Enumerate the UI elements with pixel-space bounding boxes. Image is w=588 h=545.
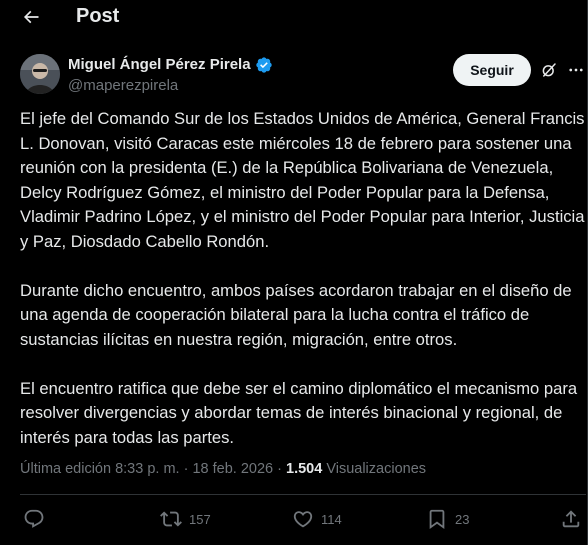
author-name-row: Miguel Ángel Pérez Pirela [68, 56, 273, 74]
author-handle[interactable]: @maperezpirela [68, 77, 178, 95]
like-button[interactable]: 114 [292, 508, 342, 530]
views-count: 1.504 [286, 461, 323, 477]
post-paragraph: El encuentro ratifica que debe ser el ca… [20, 378, 578, 447]
author-display-name[interactable]: Miguel Ángel Pérez Pirela [68, 56, 251, 74]
post-view: Post Miguel Ángel Pérez Pirela @maperezp… [0, 0, 588, 545]
more-horizontal-icon [569, 68, 583, 72]
page-title: Post [76, 5, 120, 27]
bookmark-icon [429, 509, 445, 530]
share-button[interactable] [560, 508, 582, 530]
reply-icon [24, 509, 44, 528]
back-button[interactable] [14, 2, 48, 32]
meta-separator: · [273, 461, 286, 477]
more-options-button[interactable] [566, 60, 586, 80]
post-author: Miguel Ángel Pérez Pirela @maperezpirela… [20, 54, 587, 98]
post-metadata: Última edición 8:33 p. m. · 18 feb. 2026… [20, 460, 426, 478]
like-count: 114 [321, 511, 342, 527]
bookmark-count: 23 [455, 511, 470, 527]
grok-button[interactable] [539, 60, 559, 80]
repost-count: 157 [189, 511, 211, 527]
reply-button[interactable] [23, 508, 52, 530]
verified-badge-icon [255, 57, 272, 73]
avatar[interactable] [20, 54, 60, 94]
meta-separator: · [179, 461, 193, 477]
avatar-image [20, 54, 60, 94]
post-date[interactable]: 18 feb. 2026 [192, 461, 273, 477]
post-actions: 157 114 23 [20, 506, 586, 536]
views-label: Visualizaciones [326, 461, 427, 477]
post-paragraph: El jefe del Comando Sur de los Estados U… [20, 109, 585, 251]
grok-icon [542, 63, 556, 77]
follow-button[interactable]: Seguir [453, 54, 531, 86]
post-text: El jefe del Comando Sur de los Estados U… [20, 107, 586, 450]
repost-icon [160, 511, 182, 527]
repost-button[interactable]: 157 [160, 508, 211, 530]
share-icon [562, 510, 580, 528]
arrow-left-icon [23, 10, 39, 24]
divider [20, 494, 586, 495]
bookmark-button[interactable]: 23 [426, 508, 469, 530]
post-header: Post [0, 0, 587, 38]
edited-label[interactable]: Última edición 8:33 p. m. [20, 461, 180, 477]
heart-icon [293, 511, 313, 528]
post-paragraph: Durante dicho encuentro, ambos países ac… [20, 280, 572, 349]
